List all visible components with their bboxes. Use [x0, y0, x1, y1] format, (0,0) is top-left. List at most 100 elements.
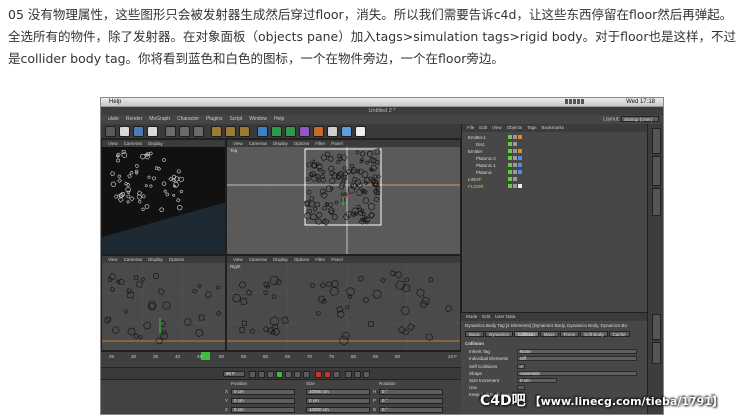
go-end-icon[interactable]	[303, 371, 310, 378]
perspective-viewport[interactable]: View Cameras Display	[101, 139, 226, 255]
side-tab[interactable]	[652, 314, 661, 340]
position-key-icon[interactable]	[345, 371, 352, 378]
y-axis-icon[interactable]	[179, 126, 190, 137]
rotation-p-field[interactable]: 0 °	[379, 398, 443, 404]
position-x-field[interactable]: 0 cm	[231, 389, 295, 395]
front-viewport[interactable]: View Cameras Display Options Filter Panel Rig…	[226, 255, 461, 351]
position-y-field[interactable]: 0 cm	[231, 398, 295, 404]
individual-elements-select[interactable]: Off	[517, 356, 637, 361]
menu-item[interactable]: MoGraph	[149, 116, 170, 122]
object-row[interactable]: FLOOR	[466, 184, 642, 190]
particle-shape	[319, 188, 326, 195]
object-row[interactable]: Emitter	[466, 149, 642, 155]
right-viewport[interactable]: View Cameras Display Options	[101, 255, 226, 351]
render-icon[interactable]	[211, 126, 222, 137]
spline-icon[interactable]	[271, 126, 282, 137]
camera-icon[interactable]	[341, 126, 352, 137]
tab-dynamics[interactable]: Dynamics	[485, 331, 513, 337]
particle-shape	[306, 189, 312, 195]
light-icon[interactable]	[355, 126, 366, 137]
cube-icon[interactable]	[257, 126, 268, 137]
particle-shape	[157, 288, 165, 296]
particle-shape	[337, 170, 344, 178]
particle-shape	[149, 184, 153, 188]
layout-dropdown[interactable]: Startup (User)	[621, 116, 659, 122]
tab-basic[interactable]: Basic	[465, 331, 485, 337]
array-icon[interactable]	[299, 126, 310, 137]
particle-shape	[332, 214, 339, 221]
particle-shape	[129, 170, 134, 175]
menu-item[interactable]: Character	[177, 116, 199, 122]
side-tab[interactable]	[652, 128, 661, 154]
next-frame-icon[interactable]	[285, 371, 292, 378]
next-key-icon[interactable]	[294, 371, 301, 378]
z-axis-icon[interactable]	[193, 126, 204, 137]
rotation-b-field[interactable]: 0 °	[379, 407, 443, 413]
current-frame-marker[interactable]	[201, 352, 210, 360]
side-tab[interactable]	[652, 188, 661, 216]
side-tab[interactable]	[652, 342, 661, 364]
render-settings-icon[interactable]	[239, 126, 250, 137]
particle-shape	[117, 178, 122, 183]
rotation-key-icon[interactable]	[363, 371, 370, 378]
viewport-menu: View Cameras Display	[102, 140, 225, 147]
layout-selector[interactable]: Layout: Startup (User)	[603, 116, 659, 122]
render-view-icon[interactable]	[225, 126, 236, 137]
scale-tool-icon[interactable]	[133, 126, 144, 137]
particle-shape	[138, 200, 142, 204]
self-collisions-checkbox[interactable]: ✓	[517, 364, 525, 369]
particle-shape	[133, 333, 139, 339]
object-row[interactable]: Platonic.2	[466, 156, 642, 162]
particle-shape	[366, 150, 374, 158]
tab-force[interactable]: Force	[559, 331, 580, 337]
object-row[interactable]: Emitter.1	[466, 135, 642, 141]
timeline[interactable]: 25 30 35 40 45 50 55 60 65 70 75 80 85 90 23 F	[101, 351, 461, 367]
move-tool-icon[interactable]	[119, 126, 130, 137]
scale-key-icon[interactable]	[354, 371, 361, 378]
particle-shape	[144, 203, 150, 209]
menu-item[interactable]: Window	[249, 116, 267, 122]
object-row[interactable]: LIGHT	[466, 177, 642, 183]
object-row[interactable]: Disc	[466, 142, 642, 148]
object-manager-menu: File Edit View Objects Tags Bookmarks	[462, 124, 647, 132]
autokey-icon[interactable]	[324, 371, 331, 378]
menu-item[interactable]: Help	[274, 116, 284, 122]
top-viewport[interactable]: View Cameras Display Options Filter Panel Top	[226, 139, 461, 255]
size-z-field[interactable]: 10000 cm	[306, 407, 370, 413]
play-icon[interactable]	[276, 371, 283, 378]
tab-soft-body[interactable]: Soft Body	[580, 331, 608, 337]
object-row[interactable]: Platonic	[466, 170, 642, 176]
size-x-field[interactable]: 10000 cm	[306, 389, 370, 395]
object-row[interactable]: Platonic.1	[466, 163, 642, 169]
particle-shape	[326, 281, 332, 288]
deformer-icon[interactable]	[313, 126, 324, 137]
menu-item[interactable]: Render	[126, 116, 142, 122]
floor-icon[interactable]	[327, 126, 338, 137]
record-icon[interactable]	[315, 371, 322, 378]
position-z-field[interactable]: 0 cm	[231, 407, 295, 413]
current-frame-field[interactable]: 90 F	[223, 371, 245, 377]
size-y-field[interactable]: 0 cm	[306, 398, 370, 404]
menu-item[interactable]: Plugins	[206, 116, 222, 122]
inherit-tag-select[interactable]: None	[517, 349, 637, 354]
x-axis-icon[interactable]	[165, 126, 176, 137]
front-scene	[227, 263, 460, 350]
help-menu[interactable]: Help	[109, 99, 121, 105]
prev-key-icon[interactable]	[258, 371, 265, 378]
undo-icon[interactable]	[105, 126, 116, 137]
tab-cache[interactable]: Cache	[608, 331, 630, 337]
particle-shape	[232, 294, 242, 303]
side-tab[interactable]	[652, 156, 661, 186]
nurbs-icon[interactable]	[285, 126, 296, 137]
size-increment-field[interactable]: 0 cm	[517, 378, 557, 383]
rotation-h-field[interactable]: 0 °	[379, 389, 443, 395]
menu-item[interactable]: ulate	[108, 116, 119, 122]
tab-mass[interactable]: Mass	[539, 331, 559, 337]
shape-select[interactable]: Automatic	[517, 371, 637, 376]
rotate-tool-icon[interactable]	[147, 126, 158, 137]
keyframe-selection-icon[interactable]	[333, 371, 340, 378]
menu-item[interactable]: Script	[229, 116, 242, 122]
go-start-icon[interactable]	[249, 371, 256, 378]
tab-collision[interactable]: Collision	[513, 331, 539, 337]
prev-frame-icon[interactable]	[267, 371, 274, 378]
